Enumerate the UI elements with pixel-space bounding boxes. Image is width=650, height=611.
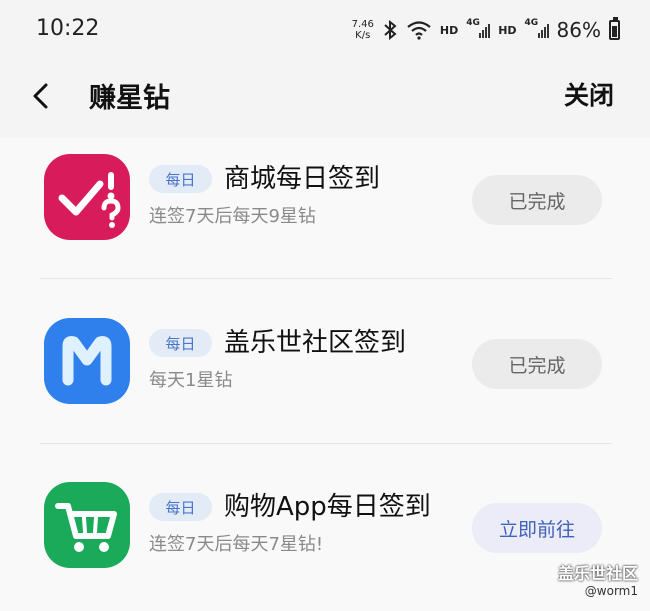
go-now-button[interactable]: 立即前往 — [472, 503, 602, 553]
check-question-icon — [44, 154, 130, 240]
bluetooth-icon — [382, 20, 398, 40]
page-title: 赚星钻 — [89, 83, 170, 114]
network-speed-value: 7.46 — [351, 19, 374, 30]
app-bar: 赚星钻 关闭 — [0, 60, 650, 138]
battery-icon — [609, 17, 620, 40]
close-button[interactable]: 关闭 — [564, 76, 614, 112]
task-title: 购物App每日签到 — [224, 492, 431, 522]
back-button[interactable] — [24, 78, 60, 114]
watermark-brand: 盖乐世社区 — [557, 564, 638, 583]
status-icons: 7.46 K/s HD 4G HD 4G 86% — [352, 14, 620, 46]
task-completed-button[interactable]: 已完成 — [472, 175, 602, 225]
signal-icon-2: 4G — [524, 18, 549, 40]
task-title: 盖乐世社区签到 — [224, 328, 407, 358]
chevron-left-icon — [33, 83, 48, 109]
task-description: 连签7天后每天7星钻! — [149, 534, 324, 555]
shopping-cart-icon — [44, 482, 130, 568]
task-item-community-checkin: 每日 盖乐世社区签到 每天1星钻 已完成 — [0, 296, 650, 436]
wifi-icon — [406, 20, 432, 40]
network-speed-unit: K/s — [355, 30, 371, 41]
daily-badge: 每日 — [149, 165, 212, 193]
network-type-label-2: 4G — [524, 18, 539, 28]
task-title: 商城每日签到 — [224, 164, 381, 194]
m-logo-icon — [44, 318, 130, 404]
watermark-user: @worm1 — [584, 584, 638, 598]
hd-label: HD — [439, 23, 459, 37]
network-type-label: 4G — [466, 18, 480, 28]
task-description: 每天1星钻 — [149, 370, 233, 391]
battery-percent: 86% — [556, 18, 601, 42]
network-speed: 7.46 K/s — [352, 19, 374, 41]
status-time: 10:22 — [36, 16, 100, 41]
task-list: 每日 商城每日签到 连签7天后每天9星钻 已完成 每日 盖乐世社区签到 每天1星… — [0, 138, 650, 611]
divider — [40, 443, 612, 444]
task-completed-button[interactable]: 已完成 — [472, 339, 602, 389]
watermark: 盖乐世社区 @worm1 — [558, 560, 638, 598]
signal-icon: 4G — [466, 18, 491, 40]
status-bar: 10:22 7.46 K/s HD 4G HD 4G 86% — [0, 0, 650, 60]
hd-label-2: HD — [498, 23, 517, 37]
daily-badge: 每日 — [149, 493, 212, 521]
task-item-mall-checkin: 每日 商城每日签到 连签7天后每天9星钻 已完成 — [0, 132, 650, 272]
daily-badge: 每日 — [149, 329, 212, 357]
divider — [40, 278, 612, 279]
task-item-shop-app-checkin: 每日 购物App每日签到 连签7天后每天7星钻! 立即前往 — [0, 460, 650, 600]
task-description: 连签7天后每天9星钻 — [149, 206, 316, 227]
